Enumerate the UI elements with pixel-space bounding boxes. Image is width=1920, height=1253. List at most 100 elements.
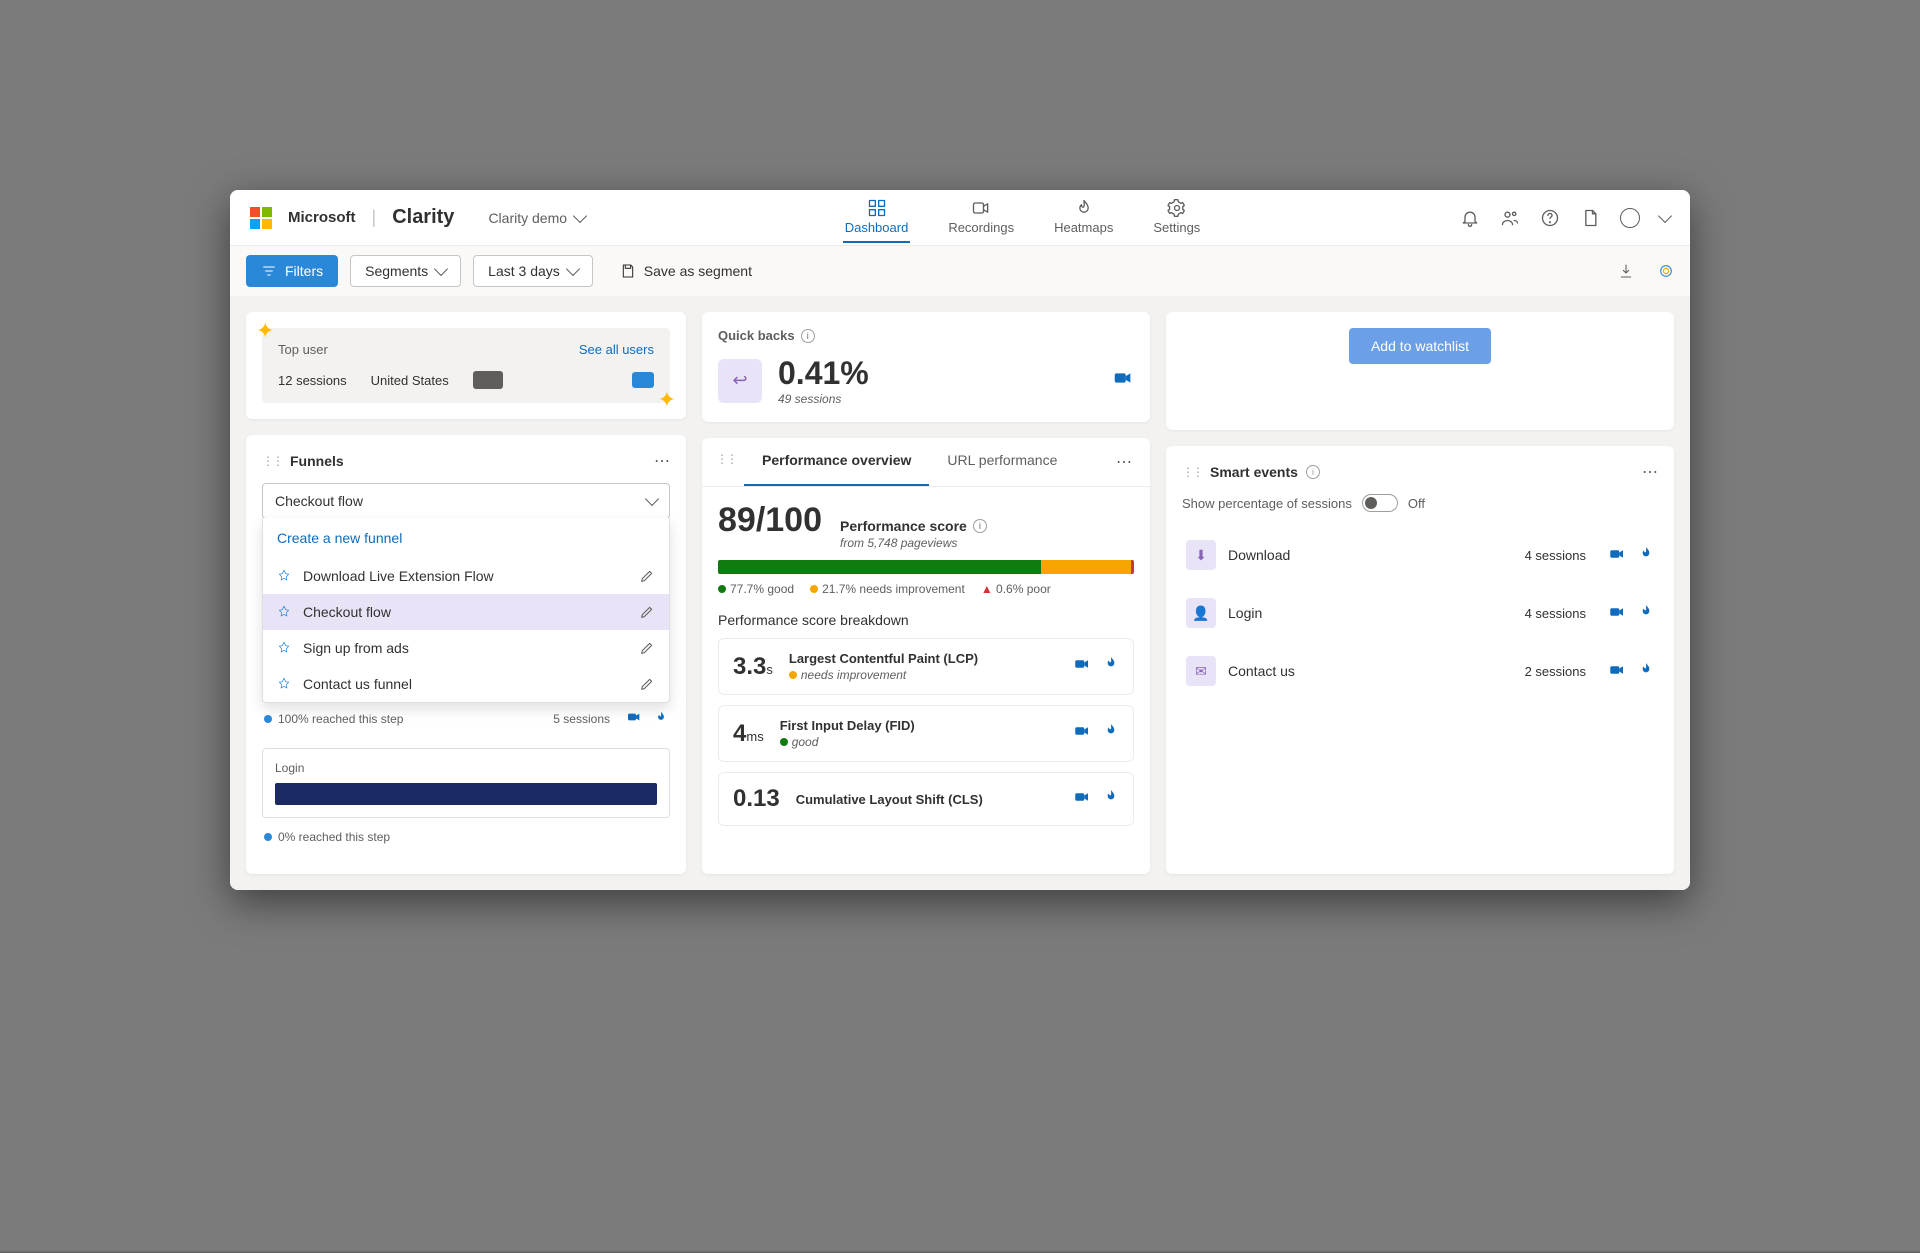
edit-icon[interactable] bbox=[639, 640, 655, 656]
quick-backs-value: 0.41% bbox=[778, 355, 869, 392]
edit-icon[interactable] bbox=[639, 676, 655, 692]
breakdown-heading: Performance score breakdown bbox=[718, 612, 1134, 628]
document-icon[interactable] bbox=[1580, 208, 1600, 228]
smart-events-title: Smart events bbox=[1210, 464, 1298, 480]
tab-url-performance[interactable]: URL performance bbox=[929, 438, 1075, 486]
copilot-icon[interactable] bbox=[1658, 263, 1674, 279]
camera-icon[interactable] bbox=[1073, 788, 1091, 811]
flame-icon[interactable] bbox=[1638, 603, 1654, 624]
chevron-down-icon bbox=[645, 492, 659, 506]
funnels-card: ⋮⋮ Funnels ⋯ Checkout flow Create a new … bbox=[246, 435, 686, 874]
metric-cls: 0.13 Cumulative Layout Shift (CLS) bbox=[718, 772, 1134, 826]
session-count: 12 sessions bbox=[278, 373, 347, 388]
flame-icon[interactable] bbox=[1103, 722, 1119, 745]
flame-icon[interactable] bbox=[1638, 661, 1654, 682]
quick-backs-sub: 49 sessions bbox=[778, 392, 869, 406]
camera-icon[interactable] bbox=[1112, 367, 1134, 394]
tab-recordings[interactable]: Recordings bbox=[946, 192, 1016, 243]
funnel-option[interactable]: Sign up from ads bbox=[263, 630, 669, 666]
more-icon[interactable]: ⋯ bbox=[1098, 438, 1150, 486]
camera-icon[interactable] bbox=[1608, 661, 1626, 682]
pin-icon bbox=[277, 605, 291, 619]
see-all-users-link[interactable]: See all users bbox=[579, 342, 654, 357]
info-icon[interactable]: i bbox=[973, 519, 987, 533]
performance-bar bbox=[718, 560, 1134, 574]
device-icon bbox=[473, 371, 503, 389]
flame-icon[interactable] bbox=[1103, 788, 1119, 811]
pin-icon bbox=[277, 569, 291, 583]
percentage-toggle[interactable] bbox=[1362, 494, 1398, 512]
smart-event-row[interactable]: ✉ Contact us 2 sessions bbox=[1182, 642, 1658, 700]
watchlist-card: Add to watchlist bbox=[1166, 312, 1674, 430]
tab-dashboard[interactable]: Dashboard bbox=[843, 192, 911, 243]
top-user-title: Top user bbox=[278, 342, 328, 357]
funnel-option-selected[interactable]: Checkout flow bbox=[263, 594, 669, 630]
people-icon[interactable] bbox=[1500, 208, 1520, 228]
toggle-label: Show percentage of sessions bbox=[1182, 496, 1352, 511]
flame-icon[interactable] bbox=[1103, 655, 1119, 678]
filters-button[interactable]: Filters bbox=[246, 255, 338, 287]
create-funnel-link[interactable]: Create a new funnel bbox=[263, 518, 669, 558]
smart-event-row[interactable]: 👤 Login 4 sessions bbox=[1182, 584, 1658, 642]
add-to-watchlist-button[interactable]: Add to watchlist bbox=[1349, 328, 1491, 364]
quick-backs-title: Quick backs bbox=[718, 328, 795, 343]
info-icon[interactable]: i bbox=[801, 329, 815, 343]
drag-handle-icon[interactable]: ⋮⋮ bbox=[1182, 465, 1202, 479]
id-badge-icon bbox=[632, 372, 654, 388]
top-user-card: ✦ ✦ Top user See all users 12 sessions U… bbox=[246, 312, 686, 419]
microsoft-logo bbox=[250, 207, 272, 229]
quick-backs-icon: ↩ bbox=[718, 359, 762, 403]
drag-handle-icon[interactable]: ⋮⋮ bbox=[702, 438, 744, 486]
camera-icon[interactable] bbox=[1073, 722, 1091, 745]
tab-heatmaps[interactable]: Heatmaps bbox=[1052, 192, 1115, 243]
step-reached: 100% reached this step bbox=[278, 712, 403, 726]
edit-icon[interactable] bbox=[639, 604, 655, 620]
help-icon[interactable] bbox=[1540, 208, 1560, 228]
save-segment-button[interactable]: Save as segment bbox=[605, 255, 767, 287]
pin-icon bbox=[277, 677, 291, 691]
metric-fid: 4ms First Input Delay (FID) good bbox=[718, 705, 1134, 762]
login-icon: 👤 bbox=[1186, 598, 1216, 628]
camera-icon[interactable] bbox=[1608, 603, 1626, 624]
user-country: United States bbox=[371, 373, 449, 388]
info-icon[interactable]: i bbox=[1306, 465, 1320, 479]
funnel-option[interactable]: Contact us funnel bbox=[263, 666, 669, 702]
metric-lcp: 3.3s Largest Contentful Paint (LCP) need… bbox=[718, 638, 1134, 695]
funnel-select[interactable]: Checkout flow bbox=[262, 483, 670, 519]
smart-event-row[interactable]: ⬇ Download 4 sessions bbox=[1182, 526, 1658, 584]
camera-icon[interactable] bbox=[1073, 655, 1091, 678]
edit-icon[interactable] bbox=[639, 568, 655, 584]
contact-icon: ✉ bbox=[1186, 656, 1216, 686]
tab-settings[interactable]: Settings bbox=[1151, 192, 1202, 243]
download-icon[interactable] bbox=[1618, 263, 1634, 279]
toggle-state: Off bbox=[1408, 496, 1425, 511]
segments-dropdown[interactable]: Segments bbox=[350, 255, 461, 287]
drag-handle-icon[interactable]: ⋮⋮ bbox=[262, 454, 282, 468]
step-sessions: 5 sessions bbox=[553, 712, 610, 726]
funnels-title: Funnels bbox=[290, 453, 344, 469]
brand-app: Clarity bbox=[392, 206, 454, 229]
performance-score: 89/100 bbox=[718, 501, 822, 540]
download-icon: ⬇ bbox=[1186, 540, 1216, 570]
funnel-option[interactable]: Download Live Extension Flow bbox=[263, 558, 669, 594]
flame-icon[interactable] bbox=[1638, 545, 1654, 566]
funnel-step-login: Login bbox=[262, 748, 670, 818]
date-range-dropdown[interactable]: Last 3 days bbox=[473, 255, 593, 287]
camera-icon[interactable] bbox=[626, 709, 642, 728]
pin-icon bbox=[277, 641, 291, 655]
sparkle-icon: ✦ bbox=[256, 318, 274, 344]
project-dropdown[interactable]: Clarity demo bbox=[488, 210, 585, 226]
flame-icon[interactable] bbox=[654, 710, 668, 727]
quick-backs-card: Quick backs i ↩ 0.41% 49 sessions bbox=[702, 312, 1150, 422]
more-icon[interactable]: ⋯ bbox=[1642, 462, 1658, 482]
performance-card: ⋮⋮ Performance overview URL performance … bbox=[702, 438, 1150, 874]
sparkle-icon: ✦ bbox=[658, 387, 676, 413]
camera-icon[interactable] bbox=[1608, 545, 1626, 566]
filter-bar: Filters Segments Last 3 days Save as seg… bbox=[230, 246, 1690, 296]
more-icon[interactable]: ⋯ bbox=[654, 451, 670, 471]
chevron-down-icon bbox=[573, 208, 587, 222]
chevron-down-icon[interactable] bbox=[1658, 208, 1672, 222]
tab-performance-overview[interactable]: Performance overview bbox=[744, 438, 929, 486]
user-avatar[interactable] bbox=[1620, 208, 1640, 228]
bell-icon[interactable] bbox=[1460, 208, 1480, 228]
